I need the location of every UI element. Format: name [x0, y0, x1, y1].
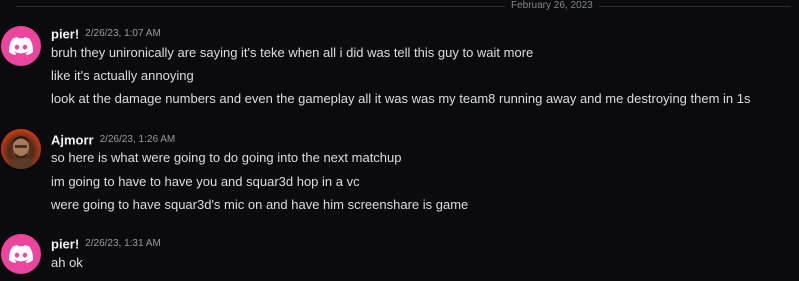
message-text: so here is what were going to do going i… [51, 150, 402, 165]
discord-logo-icon [9, 37, 33, 55]
username[interactable]: pier! [51, 26, 79, 41]
message-group: pier! 2/26/23, 1:31 AM ah ok [0, 233, 799, 274]
message-header: pier! 2/26/23, 1:07 AM [51, 25, 161, 43]
date-divider: February 26, 2023 [0, 0, 799, 14]
message-text: were going to have squar3d's mic on and … [51, 197, 469, 212]
avatar[interactable] [1, 234, 41, 274]
timestamp[interactable]: 2/26/23, 1:26 AM [100, 134, 176, 145]
message-header: Ajmorr 2/26/23, 1:26 AM [51, 131, 175, 149]
username[interactable]: Ajmorr [51, 132, 94, 147]
timestamp[interactable]: 2/26/23, 1:07 AM [85, 28, 161, 39]
message-text: ah ok [51, 255, 83, 270]
message-group: pier! 2/26/23, 1:07 AM bruh they unironic… [0, 24, 799, 110]
message-text: like it's actually annoying [51, 68, 194, 83]
message-text: look at the damage numbers and even the … [51, 91, 751, 106]
message-group: Ajmorr 2/26/23, 1:26 AM so here is what w… [0, 128, 799, 214]
chat-message-list: February 26, 2023 pier! 2/26/23, 1:07 AM … [0, 0, 799, 281]
date-divider-label: February 26, 2023 [505, 0, 599, 12]
avatar[interactable] [1, 26, 41, 66]
message-text: im going to have to have you and squar3d… [51, 174, 360, 189]
message-text: bruh they unironically are saying it's t… [51, 45, 534, 60]
divider-line [16, 6, 791, 7]
timestamp[interactable]: 2/26/23, 1:31 AM [85, 238, 161, 249]
message-header: pier! 2/26/23, 1:31 AM [51, 235, 161, 253]
discord-logo-icon [9, 245, 33, 263]
avatar[interactable] [1, 129, 41, 169]
user-photo [9, 136, 33, 169]
username[interactable]: pier! [51, 236, 79, 251]
